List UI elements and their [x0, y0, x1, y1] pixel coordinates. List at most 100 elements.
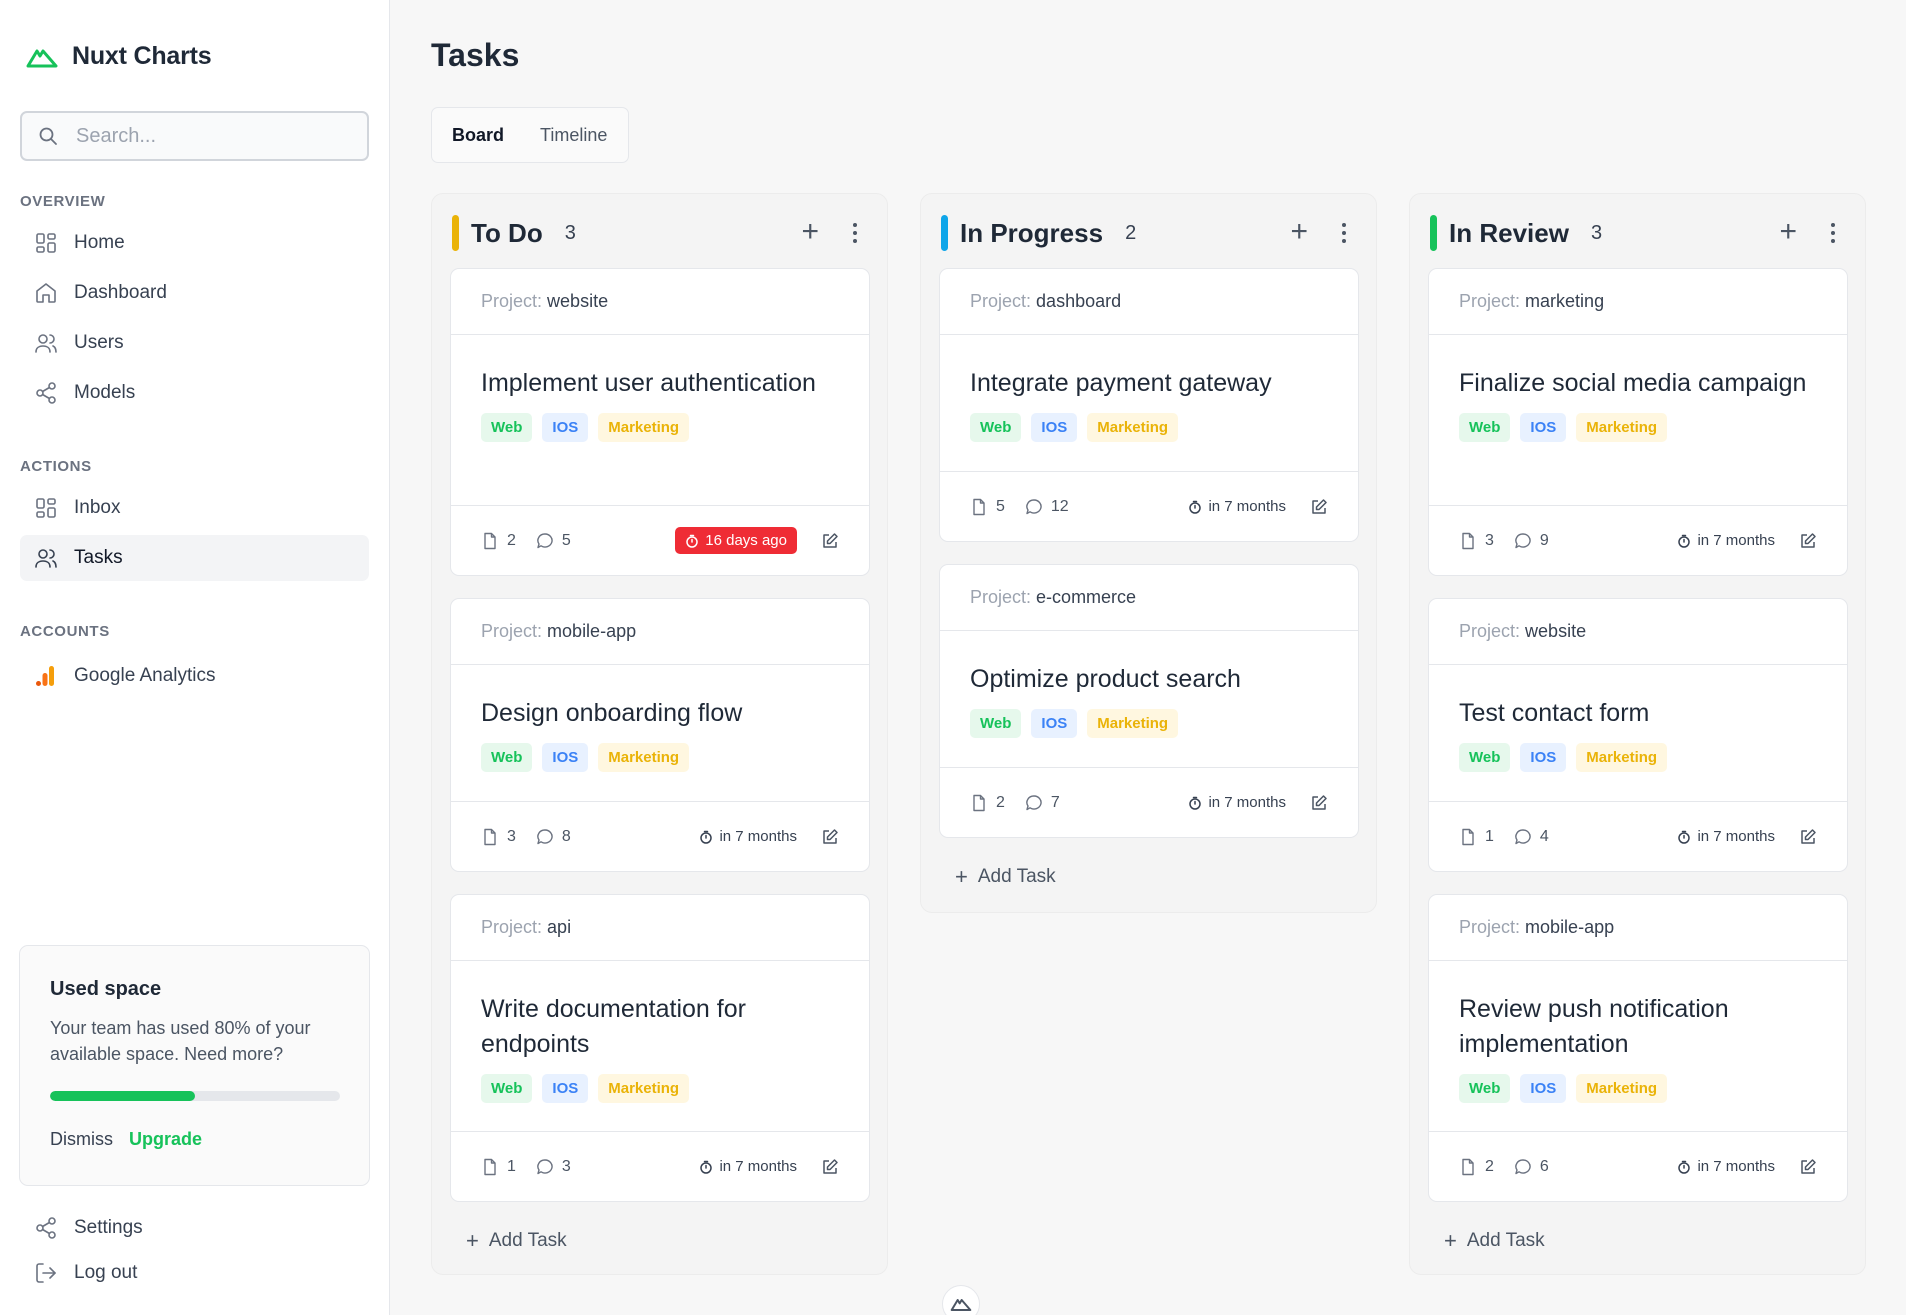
file-icon [1462, 1158, 1474, 1175]
edit-icon[interactable] [1799, 828, 1817, 846]
nav-label-dashboard: Dashboard [74, 282, 167, 303]
edit-icon[interactable] [1799, 1158, 1817, 1176]
add-task-label: Add Task [977, 866, 1056, 887]
nav-item-inbox[interactable]: Inbox [20, 485, 369, 531]
card-footer: 3 9 in 7 months [1429, 505, 1847, 575]
nav-label-settings: Settings [74, 1217, 143, 1238]
add-task-button[interactable]: + Add Task [955, 866, 1056, 888]
search-box[interactable] [20, 111, 369, 161]
upgrade-button[interactable]: Upgrade [129, 1129, 202, 1150]
tab-board[interactable]: Board [452, 125, 504, 146]
search-input[interactable] [76, 124, 336, 148]
edit-icon[interactable] [1310, 498, 1328, 516]
edit-icon[interactable] [821, 828, 839, 846]
nav-item-models[interactable]: Models [20, 370, 369, 416]
tag-list: Web IOS Marketing [970, 413, 1328, 442]
card-project: Project: dashboard [940, 269, 1358, 335]
brand[interactable]: Nuxt Charts [26, 42, 212, 71]
add-card-icon[interactable]: + [801, 216, 819, 248]
nav-item-logout[interactable]: Log out [20, 1250, 369, 1296]
comment-count: 7 [1025, 794, 1060, 812]
task-card[interactable]: Project: website Test contact form Web IOS M… [1428, 598, 1848, 872]
comment-count-value: 12 [1050, 497, 1069, 515]
nav-item-users[interactable]: Users [20, 320, 369, 366]
tag-ios: IOS [542, 743, 589, 772]
task-card[interactable]: Project: mobile-app Review push notificat… [1428, 894, 1848, 1202]
timer-icon [686, 534, 699, 548]
comment-icon [1026, 794, 1042, 810]
nav-item-google-analytics[interactable]: Google Analytics [20, 653, 369, 699]
nav-label-inbox: Inbox [74, 497, 121, 518]
project-name: website [1525, 621, 1587, 641]
file-icon [484, 828, 496, 845]
add-card-icon[interactable]: + [1290, 216, 1308, 248]
due-date-badge: in 7 months [699, 828, 797, 845]
users-icon [35, 334, 57, 353]
comment-count: 3 [536, 1158, 571, 1176]
edit-icon[interactable] [1310, 794, 1328, 812]
sidebar: Nuxt Charts OVERVIEW Home Dashboard User… [0, 0, 390, 1315]
nuxt-devtools-button[interactable] [942, 1285, 980, 1315]
task-card[interactable]: Project: mobile-app Design onboarding flo… [450, 598, 870, 872]
project-prefix: Project: [481, 621, 543, 641]
comment-count: 8 [536, 828, 571, 846]
add-task-label: Add Task [1466, 1230, 1545, 1251]
comment-icon [1515, 532, 1531, 548]
edit-icon[interactable] [821, 1158, 839, 1176]
task-card[interactable]: Project: api Write documentation for endp… [450, 894, 870, 1202]
due-date-badge: in 7 months [1677, 1158, 1775, 1175]
project-prefix: Project: [970, 291, 1032, 311]
column-header: In Progress 2 + [941, 214, 1356, 252]
tag-web: Web [481, 413, 533, 442]
tag-marketing: Marketing [598, 1074, 690, 1103]
used-space-card: Used space Your team has used 80% of you… [19, 945, 370, 1186]
add-card-icon[interactable]: + [1779, 216, 1797, 248]
file-count: 1 [1485, 827, 1494, 845]
tag-marketing: Marketing [1087, 709, 1179, 738]
tab-timeline[interactable]: Timeline [540, 125, 607, 146]
share-icon [36, 382, 56, 404]
comment-count: 6 [1514, 1158, 1549, 1176]
nav-item-settings[interactable]: Settings [20, 1205, 369, 1251]
project-prefix: Project: [1459, 291, 1521, 311]
card-footer: 2 7 in 7 months [940, 767, 1358, 837]
dismiss-button[interactable]: Dismiss [50, 1129, 113, 1150]
plus-icon: + [955, 864, 968, 889]
project-name: dashboard [1036, 291, 1122, 311]
due-date: in 7 months [1697, 828, 1775, 845]
comment-count: 4 [1514, 828, 1549, 846]
task-card[interactable]: Project: dashboard Integrate payment gate… [939, 268, 1359, 542]
nav-item-home[interactable]: Home [20, 220, 369, 266]
card-title: Design onboarding flow [481, 699, 743, 727]
edit-icon[interactable] [1799, 532, 1817, 550]
plus-icon: + [466, 1228, 479, 1253]
timer-icon [1678, 1160, 1691, 1174]
more-vertical-icon[interactable] [843, 218, 867, 248]
attachment-count: 2 [1459, 1158, 1494, 1176]
nav-item-dashboard[interactable]: Dashboard [20, 270, 369, 316]
edit-icon[interactable] [821, 532, 839, 550]
card-footer: 2 6 in 7 months [1429, 1131, 1847, 1201]
tag-ios: IOS [1520, 743, 1567, 772]
comment-count-value: 6 [1539, 1157, 1549, 1175]
file-count: 5 [996, 497, 1005, 515]
task-card[interactable]: Project: e-commerce Optimize product sear… [939, 564, 1359, 838]
card-title: Optimize product search [970, 665, 1241, 693]
column-count: 2 [1125, 221, 1137, 244]
file-count: 3 [1485, 531, 1494, 549]
more-vertical-icon[interactable] [1821, 218, 1845, 248]
add-task-button[interactable]: + Add Task [466, 1230, 567, 1252]
project-prefix: Project: [1459, 621, 1521, 641]
tag-marketing: Marketing [598, 743, 690, 772]
add-task-button[interactable]: + Add Task [1444, 1230, 1545, 1252]
file-icon [1462, 828, 1474, 845]
more-vertical-icon[interactable] [1332, 218, 1356, 248]
file-count: 2 [996, 793, 1005, 811]
tag-list: Web IOS Marketing [481, 743, 839, 772]
timer-icon [1189, 500, 1202, 514]
task-card[interactable]: Project: website Implement user authentic… [450, 268, 870, 576]
due-date-badge: in 7 months [1188, 498, 1286, 515]
task-card[interactable]: Project: marketing Finalize social media … [1428, 268, 1848, 576]
card-title: Write documentation for endpoints [481, 995, 746, 1058]
nav-item-tasks[interactable]: Tasks [20, 535, 369, 581]
